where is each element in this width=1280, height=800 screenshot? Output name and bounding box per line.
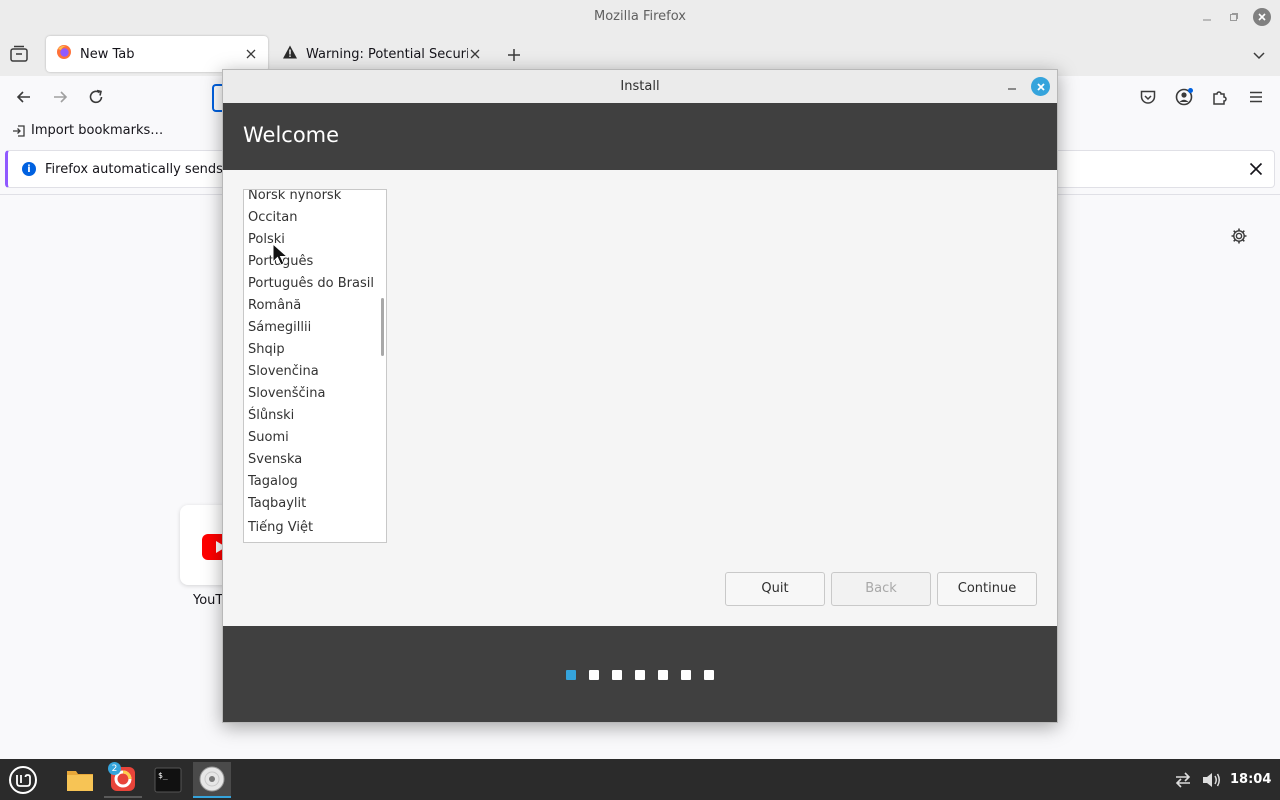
close-notification-icon[interactable] [1248,161,1264,177]
close-tab-icon[interactable] [468,47,482,61]
language-item[interactable]: Slovenčina [244,361,386,383]
extensions-icon[interactable] [1210,87,1230,107]
pocket-icon[interactable] [1138,87,1158,107]
language-item[interactable]: Norsk nynorsk [244,190,386,207]
mint-menu-icon[interactable] [4,762,42,798]
install-window-title: Install [620,79,660,94]
language-item[interactable]: Occitan [244,207,386,229]
language-item[interactable]: Português [244,251,386,273]
maximize-window-button[interactable] [1225,8,1243,26]
network-icon[interactable] [1173,771,1193,789]
import-bookmarks-label: Import bookmarks… [31,123,164,138]
language-list-scrollbar[interactable] [381,298,384,356]
volume-icon[interactable] [1201,771,1221,789]
import-bookmarks-button[interactable]: Import bookmarks… [12,123,163,138]
language-item[interactable]: Tagalog [244,471,386,493]
step-dot [612,670,622,680]
terminal-icon[interactable]: $_ [149,762,187,798]
taskbar: $_ [0,759,1280,800]
tab-label: New Tab [80,46,135,62]
warning-icon [282,44,298,64]
tab-label: Warning: Potential Security [306,46,468,62]
language-item[interactable]: Taqbaylit [244,493,386,515]
install-dialog: Install Welcome Norsk nynorsk Occitan Po… [222,69,1058,723]
svg-text:$_: $_ [158,771,168,780]
language-item[interactable]: Tiếng Việt [244,517,386,539]
tab-security-warning[interactable]: Warning: Potential Security [272,36,492,72]
step-dot [566,670,576,680]
minimize-window-button[interactable] [1198,8,1216,26]
reload-icon[interactable] [86,87,106,107]
language-item[interactable]: Suomi [244,427,386,449]
notification-count-badge: 2 [108,762,121,775]
firefox-icon [56,44,72,64]
new-tab-icon[interactable] [505,46,523,64]
close-tab-icon[interactable] [244,47,258,61]
language-item[interactable]: Ślůnski [244,405,386,427]
language-list[interactable]: Norsk nynorsk Occitan Polski Português P… [243,189,387,543]
clock[interactable]: 18:04 [1230,772,1271,787]
back-button[interactable]: Back [831,572,931,606]
language-item[interactable]: Svenska [244,449,386,471]
account-icon[interactable] [1174,87,1194,107]
notification-text: Firefox automatically sends so [45,162,242,177]
step-dot [589,670,599,680]
language-item[interactable]: Polski [244,229,386,251]
firefox-titlebar: Mozilla Firefox [0,0,1280,34]
mouse-cursor-icon [272,242,290,267]
disc-icon[interactable] [193,762,231,798]
tab-list-icon[interactable] [9,45,31,65]
tab-new-tab[interactable]: New Tab [46,36,268,72]
install-progress-footer [223,626,1057,722]
info-icon: i [22,162,36,176]
step-dot [704,670,714,680]
continue-button[interactable]: Continue [937,572,1037,606]
step-dot [635,670,645,680]
install-header: Welcome [223,103,1057,170]
close-window-button[interactable] [1253,8,1271,26]
quit-button[interactable]: Quit [725,572,825,606]
page-title: Welcome [243,123,340,147]
minimize-dialog-button[interactable] [1004,78,1020,94]
back-arrow-icon[interactable] [14,87,34,107]
forward-arrow-icon[interactable] [50,87,70,107]
language-item[interactable]: Română [244,295,386,317]
close-dialog-button[interactable] [1031,77,1050,96]
language-item[interactable]: Slovenščina [244,383,386,405]
language-item[interactable]: Sámegillii [244,317,386,339]
list-all-tabs-icon[interactable] [1250,46,1268,64]
install-titlebar: Install [223,70,1057,103]
gear-icon[interactable] [1230,227,1248,245]
folder-icon[interactable] [61,762,99,798]
language-item[interactable]: Shqip [244,339,386,361]
language-item[interactable]: Português do Brasil [244,273,386,295]
hamburger-menu-icon[interactable] [1246,87,1266,107]
firefox-window-title: Mozilla Firefox [594,9,686,24]
import-icon [13,124,25,137]
step-dot [658,670,668,680]
step-dot [681,670,691,680]
youtube-shortcut-label: YouT [193,593,224,608]
